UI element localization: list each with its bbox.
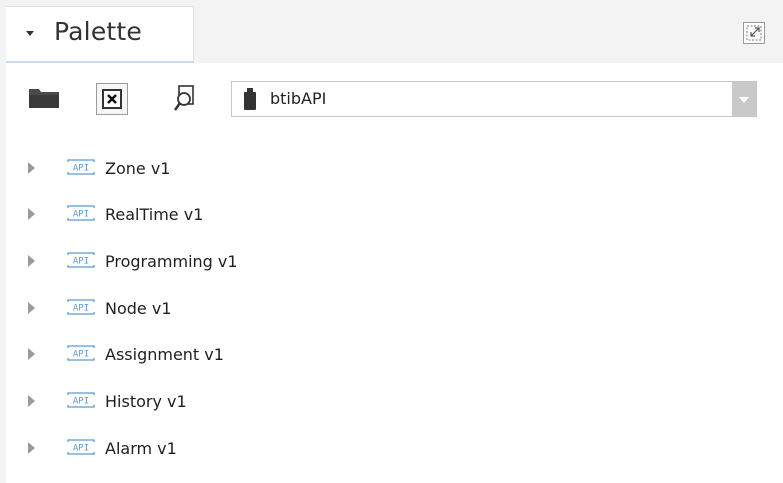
tab-palette[interactable]: Palette bbox=[6, 6, 194, 63]
module-select[interactable]: btibAPI bbox=[231, 81, 757, 117]
tab-title: Palette bbox=[54, 17, 142, 46]
expand-arrow-icon[interactable] bbox=[28, 162, 35, 174]
tree-item-alarm[interactable]: API Alarm v1 bbox=[6, 429, 783, 469]
expand-arrow-icon[interactable] bbox=[28, 348, 35, 360]
open-folder-button[interactable] bbox=[28, 85, 60, 111]
chevron-down-icon[interactable] bbox=[732, 82, 756, 116]
palette-content: btibAPI API Zone v1 API RealTime v1 API … bbox=[6, 63, 783, 483]
svg-text:API: API bbox=[73, 257, 89, 267]
tab-strip: Palette bbox=[0, 0, 783, 64]
folder-icon bbox=[29, 89, 59, 108]
expand-arrow-icon[interactable] bbox=[28, 208, 35, 220]
tree-item-label: Zone v1 bbox=[105, 159, 171, 178]
tree-item-label: History v1 bbox=[105, 392, 187, 411]
api-icon: API bbox=[67, 392, 95, 408]
find-icon bbox=[174, 85, 194, 111]
expand-arrow-icon[interactable] bbox=[28, 255, 35, 267]
module-select-value: btibAPI bbox=[270, 89, 327, 108]
api-icon: API bbox=[67, 299, 95, 315]
api-icon: API bbox=[67, 252, 95, 268]
tree-item-label: Node v1 bbox=[105, 299, 172, 318]
svg-text:API: API bbox=[73, 304, 89, 314]
api-icon: API bbox=[67, 439, 95, 455]
expand-arrow-icon[interactable] bbox=[28, 302, 35, 314]
expand-arrow-icon[interactable] bbox=[28, 395, 35, 407]
tree-item-programming[interactable]: API Programming v1 bbox=[6, 242, 783, 282]
close-icon bbox=[102, 89, 122, 109]
svg-text:API: API bbox=[73, 350, 89, 360]
api-icon: API bbox=[67, 159, 95, 175]
maximize-icon bbox=[746, 25, 762, 41]
tree-item-assignment[interactable]: API Assignment v1 bbox=[6, 335, 783, 375]
tree-item-realtime[interactable]: API RealTime v1 bbox=[6, 195, 783, 235]
tree-item-label: Alarm v1 bbox=[105, 439, 177, 458]
tree-item-label: RealTime v1 bbox=[105, 205, 204, 224]
api-icon: API bbox=[67, 345, 95, 361]
caret-down-icon[interactable] bbox=[26, 31, 34, 36]
tree-item-label: Programming v1 bbox=[105, 252, 238, 271]
api-icon: API bbox=[67, 205, 95, 221]
maximize-button[interactable] bbox=[743, 22, 765, 44]
tree-item-label: Assignment v1 bbox=[105, 345, 224, 364]
module-jar-icon bbox=[244, 88, 256, 110]
tree-item-node[interactable]: API Node v1 bbox=[6, 289, 783, 329]
svg-text:API: API bbox=[73, 164, 89, 174]
close-palette-button[interactable] bbox=[96, 83, 128, 115]
expand-arrow-icon[interactable] bbox=[28, 442, 35, 454]
svg-text:API: API bbox=[73, 397, 89, 407]
find-button[interactable] bbox=[170, 83, 200, 115]
svg-text:API: API bbox=[73, 444, 89, 454]
svg-text:API: API bbox=[73, 210, 89, 220]
tree-item-history[interactable]: API History v1 bbox=[6, 382, 783, 422]
palette-panel: Palette btibAPI API Zone v1 API RealTime… bbox=[0, 0, 783, 483]
tree-item-zone[interactable]: API Zone v1 bbox=[6, 149, 783, 189]
